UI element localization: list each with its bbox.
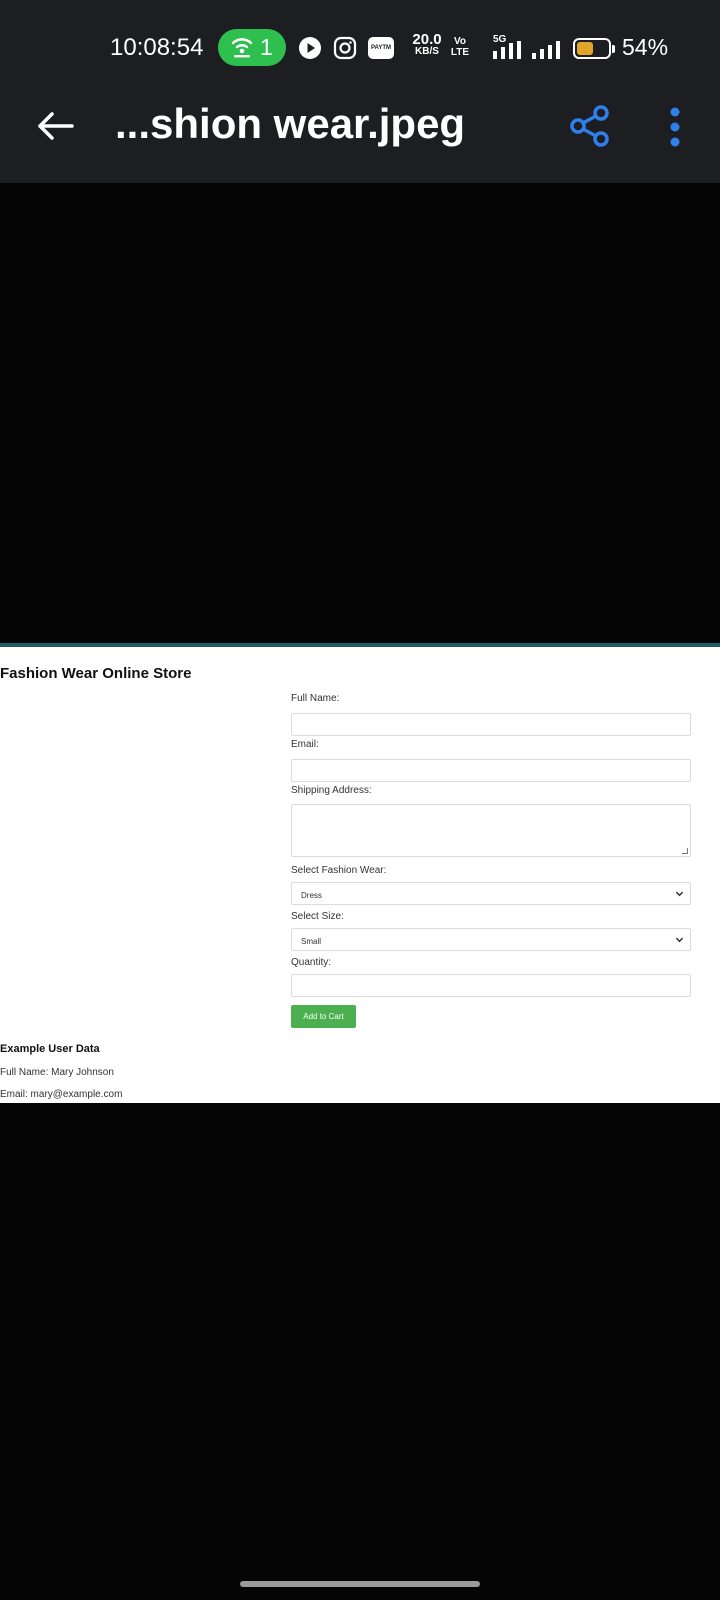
status-time: 10:08:54 bbox=[110, 34, 204, 61]
example-full-name: Full Name: Mary Johnson bbox=[0, 1067, 114, 1078]
status-bar: 10:08:54 1 PAYTM 20.0 KB/S Vo LTE 5G 54% bbox=[0, 28, 720, 70]
fashion-wear-label: Select Fashion Wear: bbox=[291, 865, 387, 876]
signal-2-icon bbox=[532, 41, 560, 59]
media-play-icon bbox=[299, 37, 321, 59]
file-title: ...shion wear.jpeg bbox=[115, 100, 466, 147]
image-viewer[interactable]: Fashion Wear Online Store Full Name: Ema… bbox=[0, 183, 720, 1571]
more-vert-icon[interactable] bbox=[655, 104, 695, 150]
displayed-image: Fashion Wear Online Store Full Name: Ema… bbox=[0, 643, 720, 1103]
shipping-address-label: Shipping Address: bbox=[291, 785, 372, 796]
quantity-label: Quantity: bbox=[291, 957, 332, 968]
store-title: Fashion Wear Online Store bbox=[0, 665, 192, 682]
chevron-down-icon bbox=[675, 891, 684, 897]
hotspot-icon bbox=[231, 38, 253, 58]
volte-top: Vo bbox=[453, 36, 467, 47]
resize-grip-icon[interactable] bbox=[682, 848, 688, 854]
signal-1-icon bbox=[493, 41, 521, 59]
full-name-label: Full Name: bbox=[291, 693, 340, 704]
top-bar: 10:08:54 1 PAYTM 20.0 KB/S Vo LTE 5G 54%… bbox=[0, 0, 720, 183]
paytm-icon: PAYTM bbox=[368, 37, 394, 59]
network-speed-value: 20.0 bbox=[412, 31, 442, 48]
app-bar: ...shion wear.jpeg bbox=[0, 90, 720, 166]
email-field[interactable] bbox=[291, 759, 691, 782]
battery-fill bbox=[577, 42, 593, 55]
email-label: Email: bbox=[291, 739, 319, 750]
home-indicator[interactable] bbox=[240, 1581, 480, 1587]
back-arrow-icon[interactable] bbox=[28, 104, 82, 148]
network-speed: 20.0 KB/S bbox=[408, 31, 446, 58]
battery-icon bbox=[573, 38, 615, 59]
size-selected: Small bbox=[301, 937, 322, 946]
share-icon[interactable] bbox=[566, 102, 614, 150]
hotspot-indicator[interactable]: 1 bbox=[218, 29, 286, 66]
size-label: Select Size: bbox=[291, 911, 344, 922]
fashion-wear-selected: Dress bbox=[301, 891, 322, 900]
full-name-field[interactable] bbox=[291, 713, 691, 736]
example-email: Email: mary@example.com bbox=[0, 1089, 123, 1100]
volte-bottom: LTE bbox=[450, 47, 470, 58]
quantity-field[interactable] bbox=[291, 974, 691, 997]
volte-indicator: Vo LTE bbox=[449, 36, 471, 58]
add-to-cart-button[interactable]: Add to Cart bbox=[291, 1005, 356, 1028]
fashion-wear-select[interactable]: Dress bbox=[291, 882, 691, 905]
chevron-down-icon bbox=[675, 937, 684, 943]
battery-percent: 54% bbox=[622, 34, 669, 60]
example-data-title: Example User Data bbox=[0, 1043, 100, 1055]
hotspot-count: 1 bbox=[260, 34, 273, 60]
shipping-address-field[interactable] bbox=[291, 804, 691, 857]
size-select[interactable]: Small bbox=[291, 928, 691, 951]
instagram-icon bbox=[333, 36, 357, 60]
